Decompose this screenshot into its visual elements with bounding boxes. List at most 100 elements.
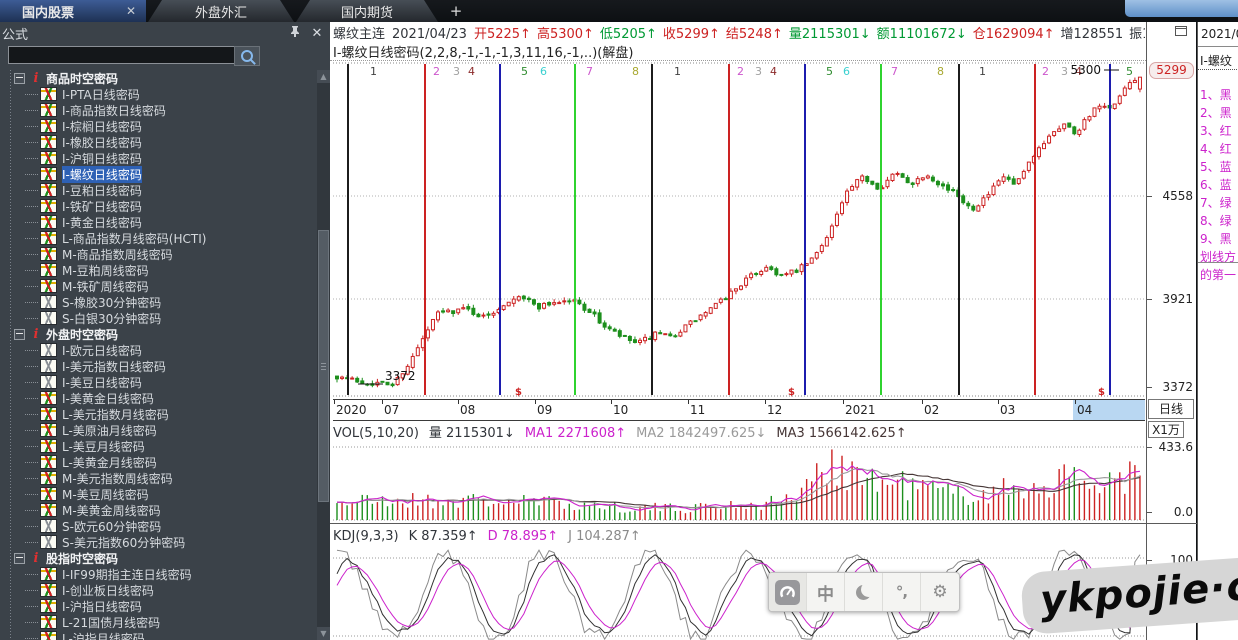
tree-item[interactable]: M-美元指数周线密码: [0, 470, 316, 486]
tab-label: 外盘外汇: [194, 5, 247, 21]
formula-chart-icon: [40, 359, 57, 373]
tree-connector: [25, 253, 38, 255]
tree-item[interactable]: L-21国债月线密码: [0, 614, 316, 630]
formula-chart-icon: [40, 615, 57, 629]
tree-item[interactable]: L-美原油月线密码: [0, 422, 316, 438]
tree-item[interactable]: M-铁矿周线密码: [0, 278, 316, 294]
tree-item[interactable]: L-商品指数月线密码(HCTI): [0, 230, 316, 246]
scrollbar-thumb[interactable]: [318, 230, 329, 502]
formula-sidebar: 公式 ✕ i 商品时空密码 I-PTA日线密码 I-商品指数日线密码 I-棕榈日线密码 I…: [0, 22, 330, 640]
close-icon[interactable]: ✕: [304, 26, 330, 41]
tree-item[interactable]: I-棕榈日线密码: [0, 118, 316, 134]
tree-item[interactable]: S-欧元60分钟密码: [0, 518, 316, 534]
tree-item[interactable]: I-沪铜日线密码: [0, 150, 316, 166]
search-button[interactable]: [234, 46, 260, 66]
volume-chart[interactable]: [333, 441, 1145, 523]
tree-item[interactable]: M-豆粕周线密码: [0, 262, 316, 278]
tree-group[interactable]: i 外盘时空密码: [0, 326, 316, 342]
indicator-value: MA2 1842497.625↓: [636, 426, 767, 440]
tree-item[interactable]: S-白银30分钟密码: [0, 310, 316, 326]
tree-group-label: 股指时空密码: [46, 551, 119, 566]
tree-group[interactable]: i 股指时空密码: [0, 550, 316, 566]
tree-item[interactable]: L-美元指数月线密码: [0, 406, 316, 422]
analysis-list-item: 7、绿: [1200, 196, 1232, 210]
formula-chart-icon: [40, 503, 57, 517]
collapse-icon[interactable]: [14, 328, 25, 340]
scroll-up-icon[interactable]: ▲: [317, 70, 330, 83]
axis-label: 0.0: [1173, 505, 1193, 519]
tree-item[interactable]: S-橡胶30分钟密码: [0, 294, 316, 310]
tree-connector: [25, 109, 38, 111]
panel-title: 公式: [2, 27, 29, 43]
indicator-value: D 78.895↑: [487, 529, 559, 544]
tree-item-label: I-沪指日线密码: [62, 599, 142, 614]
tree-item[interactable]: I-美豆日线密码: [0, 374, 316, 390]
tree-item[interactable]: I-黄金日线密码: [0, 214, 316, 230]
tree-item[interactable]: L-美黄金月线密码: [0, 454, 316, 470]
collapse-icon[interactable]: [14, 552, 25, 564]
tree-item[interactable]: I-沪指日线密码: [0, 598, 316, 614]
new-tab-button[interactable]: +: [446, 0, 466, 22]
tree-item-label: I-欧元日线密码: [62, 343, 142, 358]
ime-punctuation-button[interactable]: °,: [883, 573, 921, 611]
close-icon[interactable]: ✕: [126, 4, 136, 18]
tree-item[interactable]: M-美黄金周线密码: [0, 502, 316, 518]
tree-item[interactable]: I-创业板日线密码: [0, 582, 316, 598]
tree-group[interactable]: i 商品时空密码: [0, 70, 316, 86]
restore-window-icon[interactable]: [1175, 26, 1187, 36]
tree-item[interactable]: L-沪指月线密码: [0, 630, 316, 640]
ime-language-button[interactable]: 中: [807, 573, 845, 611]
tree-item[interactable]: I-欧元日线密码: [0, 342, 316, 358]
time-label: 2021: [845, 403, 876, 417]
ime-fullwidth-button[interactable]: [845, 573, 883, 611]
candlestick-chart[interactable]: 1 2 3 4 5 6 7 8 1 2 3 4 5 6 7 8 1 2 3 4 553003372$ $ $: [333, 62, 1145, 398]
quote-field: 开5225↑: [473, 27, 531, 41]
analysis-list-item: 8、绿: [1200, 214, 1232, 228]
indicator-value: MA3 1566142.625↑: [776, 426, 907, 440]
analysis-list-item: 1、黑: [1200, 88, 1232, 102]
sidebar-scrollbar[interactable]: ▲ ▼: [317, 70, 330, 640]
quote-field: 结5248↑: [725, 27, 783, 41]
collapse-icon[interactable]: [14, 72, 25, 84]
tree-item[interactable]: I-商品指数日线密码: [0, 102, 316, 118]
axis-tick: [1147, 447, 1152, 448]
tree-item[interactable]: S-美元指数60分钟密码: [0, 534, 316, 550]
quote-field: 仓1629094↑: [972, 27, 1055, 41]
tree-item[interactable]: I-铁矿日线密码: [0, 198, 316, 214]
quote-field: 高5300↑: [536, 27, 594, 41]
tree-item[interactable]: I-豆粕日线密码: [0, 182, 316, 198]
tree-connector: [25, 541, 38, 543]
axis-tick: [1147, 387, 1152, 388]
tree-item[interactable]: I-IF99期指主连日线密码: [0, 566, 316, 582]
analysis-list-item: 5、蓝: [1200, 160, 1232, 174]
tree-item[interactable]: I-美黄金日线密码: [0, 390, 316, 406]
thumb-grip: [321, 363, 326, 364]
tree-item[interactable]: M-商品指数周线密码: [0, 246, 316, 262]
formula-chart-icon: [40, 583, 57, 597]
tab-domestic-stocks[interactable]: 国内股票 ✕: [0, 0, 146, 22]
tab-forex[interactable]: 外盘外汇: [148, 0, 294, 22]
tab-domestic-futures[interactable]: 国内期货: [296, 0, 438, 22]
formula-chart-icon: [40, 471, 57, 485]
scroll-down-icon[interactable]: ▼: [317, 627, 330, 640]
ime-indicator-button[interactable]: [769, 573, 807, 611]
formula-chart-icon: [40, 407, 57, 421]
period-selector[interactable]: 日线: [1148, 399, 1194, 419]
tree-item[interactable]: I-美元指数日线密码: [0, 358, 316, 374]
tree-item[interactable]: I-PTA日线密码: [0, 86, 316, 102]
formula-search-input[interactable]: [8, 46, 236, 64]
tree-item[interactable]: M-美豆周线密码: [0, 486, 316, 502]
tree-item[interactable]: L-美豆月线密码: [0, 438, 316, 454]
analysis-list-item: 9、黑: [1200, 232, 1232, 246]
svg-text:5: 5: [826, 65, 833, 78]
tree-connector: [25, 285, 38, 287]
tree-item[interactable]: I-螺纹日线密码: [0, 165, 316, 183]
kdj-chart[interactable]: [333, 546, 1145, 640]
svg-text:7: 7: [891, 65, 898, 78]
axis-label: 433.6: [1158, 440, 1193, 454]
ime-settings-button[interactable]: ⚙: [921, 573, 959, 611]
pin-icon[interactable]: [286, 25, 304, 41]
time-label: 10: [613, 403, 629, 417]
tree-item[interactable]: I-橡胶日线密码: [0, 134, 316, 150]
time-axis[interactable]: 2020 07 08 09 10 11 12 2021 02 03 04: [333, 399, 1145, 421]
